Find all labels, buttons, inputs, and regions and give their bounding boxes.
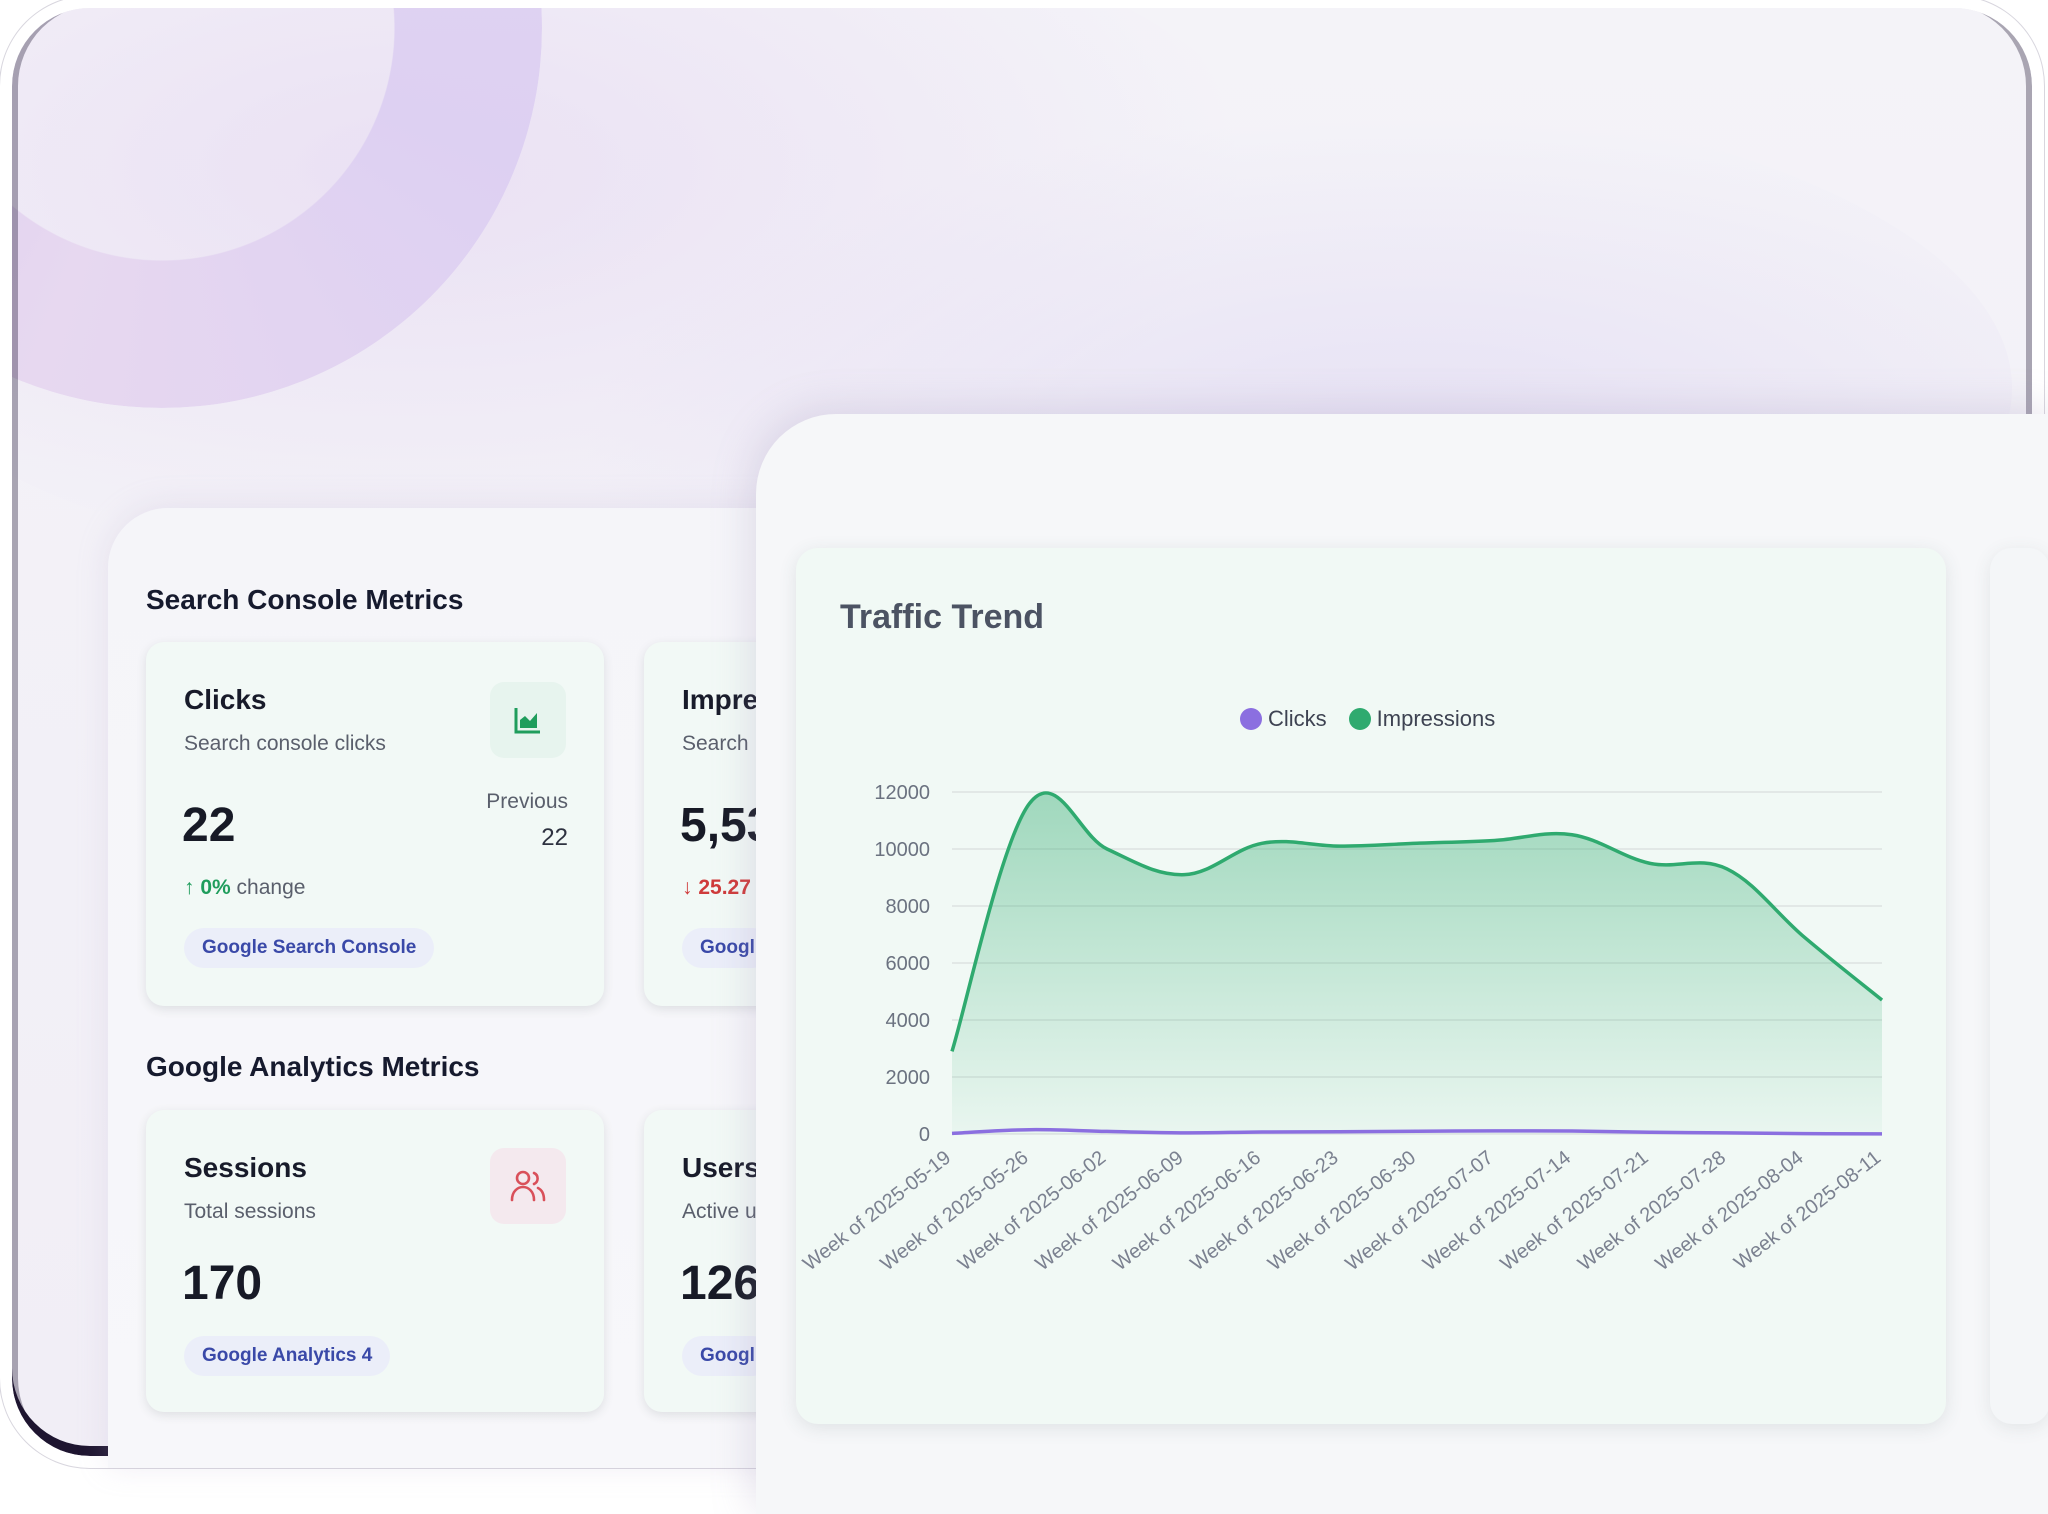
y-tick-label: 6000 bbox=[886, 953, 931, 975]
analytics-section-title: Google Analytics Metrics bbox=[146, 1051, 480, 1082]
arrow-up-icon: ↑ bbox=[184, 876, 195, 899]
clicks-card[interactable]: Clicks Search console clicks 22 Previous… bbox=[146, 642, 604, 1006]
x-tick-label: Week of 2025-08-11 bbox=[1730, 1147, 1885, 1275]
x-tick-label: Week of 2025-05-26 bbox=[877, 1147, 1033, 1276]
source-badge[interactable]: Google Search Console bbox=[184, 928, 435, 968]
clicks-value: 22 bbox=[182, 799, 236, 852]
legend-item-impressions[interactable]: Impressions bbox=[1348, 706, 1496, 732]
legend-label-impressions: Impressions bbox=[1376, 706, 1496, 731]
users-value: 126 bbox=[680, 1257, 761, 1310]
x-tick-label: Week of 2025-06-09 bbox=[1032, 1147, 1188, 1276]
y-tick-label: 2000 bbox=[886, 1067, 931, 1089]
previous-label: Previous bbox=[486, 790, 568, 813]
legend-dot-clicks bbox=[1240, 708, 1262, 730]
source-badge[interactable]: Google Analytics 4 bbox=[184, 1336, 391, 1376]
change-value: 0% bbox=[200, 876, 231, 899]
card-subtitle: Active u bbox=[682, 1200, 757, 1223]
x-tick-label: Week of 2025-07-14 bbox=[1419, 1147, 1575, 1276]
x-tick-label: Week of 2025-06-02 bbox=[954, 1147, 1110, 1276]
change-value: 25.27 bbox=[698, 876, 751, 899]
x-tick-label: Week of 2025-07-28 bbox=[1574, 1147, 1730, 1276]
y-tick-label: 4000 bbox=[886, 1010, 931, 1032]
chart-legend: Clicks Impressions bbox=[1240, 706, 1495, 732]
adjacent-card-edge bbox=[1990, 548, 2048, 1424]
chart-title: Traffic Trend bbox=[840, 598, 1045, 636]
y-tick-label: 8000 bbox=[886, 896, 931, 918]
users-icon-glyph bbox=[510, 1170, 546, 1202]
traffic-trend-chart: 0 2000 4000 6000 8000 10000 12000 Week of 2025… bbox=[799, 782, 1885, 1276]
change-indicator: ↑ 0% change bbox=[184, 876, 305, 900]
x-tick-label: Week of 2025-08-04 bbox=[1652, 1147, 1808, 1276]
area-chart-icon bbox=[490, 682, 566, 758]
card-subtitle: Total sessions bbox=[184, 1200, 316, 1223]
x-axis: Week of 2025-05-19Week of 2025-05-26Week… bbox=[799, 1147, 1885, 1276]
search-console-section-title: Search Console Metrics bbox=[146, 584, 464, 615]
x-tick-label: Week of 2025-07-07 bbox=[1342, 1147, 1498, 1276]
card-title: Sessions bbox=[184, 1152, 307, 1183]
y-tick-label: 12000 bbox=[874, 782, 930, 804]
x-tick-label: Week of 2025-06-30 bbox=[1264, 1147, 1420, 1276]
arrow-down-icon: ↓ bbox=[682, 876, 693, 899]
change-suffix: change bbox=[236, 876, 306, 899]
y-tick-label: 0 bbox=[919, 1124, 930, 1146]
legend-label-clicks: Clicks bbox=[1268, 706, 1327, 731]
y-axis: 0 2000 4000 6000 8000 10000 12000 bbox=[874, 782, 930, 1146]
card-title: Users bbox=[682, 1152, 760, 1183]
card-title: Clicks bbox=[184, 684, 267, 715]
decorative-ring bbox=[12, 8, 542, 408]
chart-series bbox=[950, 791, 1884, 1136]
sessions-value: 170 bbox=[182, 1257, 263, 1310]
legend-item-clicks[interactable]: Clicks bbox=[1240, 706, 1327, 732]
legend-dot-impressions bbox=[1348, 708, 1371, 730]
card-subtitle: Search console clicks bbox=[184, 732, 386, 755]
x-tick-label: Week of 2025-05-19 bbox=[799, 1147, 955, 1276]
y-tick-label: 10000 bbox=[874, 839, 930, 861]
card-subtitle: Search bbox=[682, 732, 749, 755]
area-chart-icon-glyph bbox=[514, 708, 540, 734]
x-tick-label: Week of 2025-07-21 bbox=[1497, 1147, 1653, 1276]
x-tick-label: Week of 2025-06-16 bbox=[1109, 1147, 1265, 1276]
x-tick-label: Week of 2025-06-23 bbox=[1187, 1147, 1343, 1276]
users-icon bbox=[490, 1148, 566, 1224]
sessions-card[interactable]: Sessions Total sessions 170 Google Analy… bbox=[146, 1110, 604, 1412]
card-title: Impre bbox=[682, 684, 759, 715]
change-indicator: ↓ 25.27 bbox=[682, 876, 751, 900]
previous-value: 22 bbox=[541, 824, 568, 851]
